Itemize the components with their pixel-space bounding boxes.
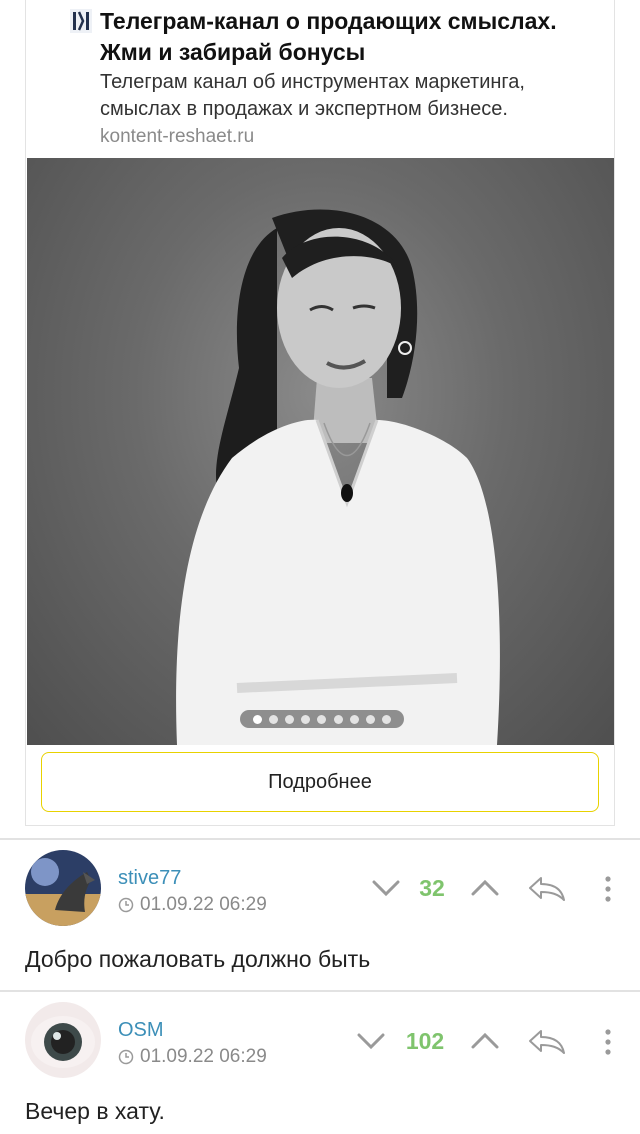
username[interactable]: OSM (118, 1019, 164, 1042)
carousel-dot[interactable] (381, 714, 391, 724)
comment: OSM 01.09.22 06:29 102 Вечер в хату. (0, 1002, 640, 1134)
more-menu-icon[interactable] (598, 1027, 618, 1057)
ad-card[interactable]: Телеграм-канал о продающих смыслах. Жми … (25, 0, 615, 826)
ad-logo-icon (70, 9, 92, 33)
carousel-dot[interactable] (253, 714, 263, 724)
reply-icon[interactable] (526, 1025, 568, 1057)
more-button[interactable]: Подробнее (41, 752, 599, 812)
avatar[interactable] (25, 1002, 101, 1078)
avatar[interactable] (25, 850, 101, 926)
carousel-dot[interactable] (317, 714, 327, 724)
ad-header[interactable]: Телеграм-канал о продающих смыслах. Жми … (26, 0, 616, 158)
ad-title[interactable]: Телеграм-канал о продающих смыслах. Жми … (100, 6, 605, 68)
carousel-dot[interactable] (365, 714, 375, 724)
carousel-dots[interactable] (240, 710, 404, 728)
clock-icon (118, 1049, 134, 1065)
carousel-dot[interactable] (301, 714, 311, 724)
carousel-dot[interactable] (333, 714, 343, 724)
vote-up-icon[interactable] (467, 874, 503, 902)
vote-up-icon[interactable] (467, 1027, 503, 1055)
comment-meta: 01.09.22 06:29 (118, 894, 267, 916)
more-menu-icon[interactable] (598, 874, 618, 904)
timestamp: 01.09.22 06:29 (140, 894, 267, 915)
timestamp: 01.09.22 06:29 (140, 1046, 267, 1067)
comment-meta: 01.09.22 06:29 (118, 1046, 267, 1068)
comment-text: Добро пожаловать должно быть (25, 946, 371, 972)
carousel-dot[interactable] (349, 714, 359, 724)
ad-photo[interactable] (27, 158, 614, 745)
reply-icon[interactable] (526, 872, 568, 904)
score: 102 (405, 1028, 445, 1054)
vote-down-icon[interactable] (368, 874, 404, 902)
portrait-illustration (176, 209, 500, 745)
carousel-dot[interactable] (285, 714, 295, 724)
comment-text: Вечер в хату. (25, 1098, 165, 1124)
ad-description: Телеграм канал об инструментах маркетинг… (100, 71, 525, 120)
carousel-dot[interactable] (269, 714, 279, 724)
vote-down-icon[interactable] (353, 1027, 389, 1055)
divider (0, 990, 640, 992)
ad-domain[interactable]: kontent-reshaet.ru (100, 126, 254, 148)
score: 32 (419, 875, 445, 901)
comment: stive77 01.09.22 06:29 32 Добро пожалова… (0, 850, 640, 980)
divider (0, 838, 640, 840)
clock-icon (118, 897, 134, 913)
username[interactable]: stive77 (118, 867, 181, 890)
